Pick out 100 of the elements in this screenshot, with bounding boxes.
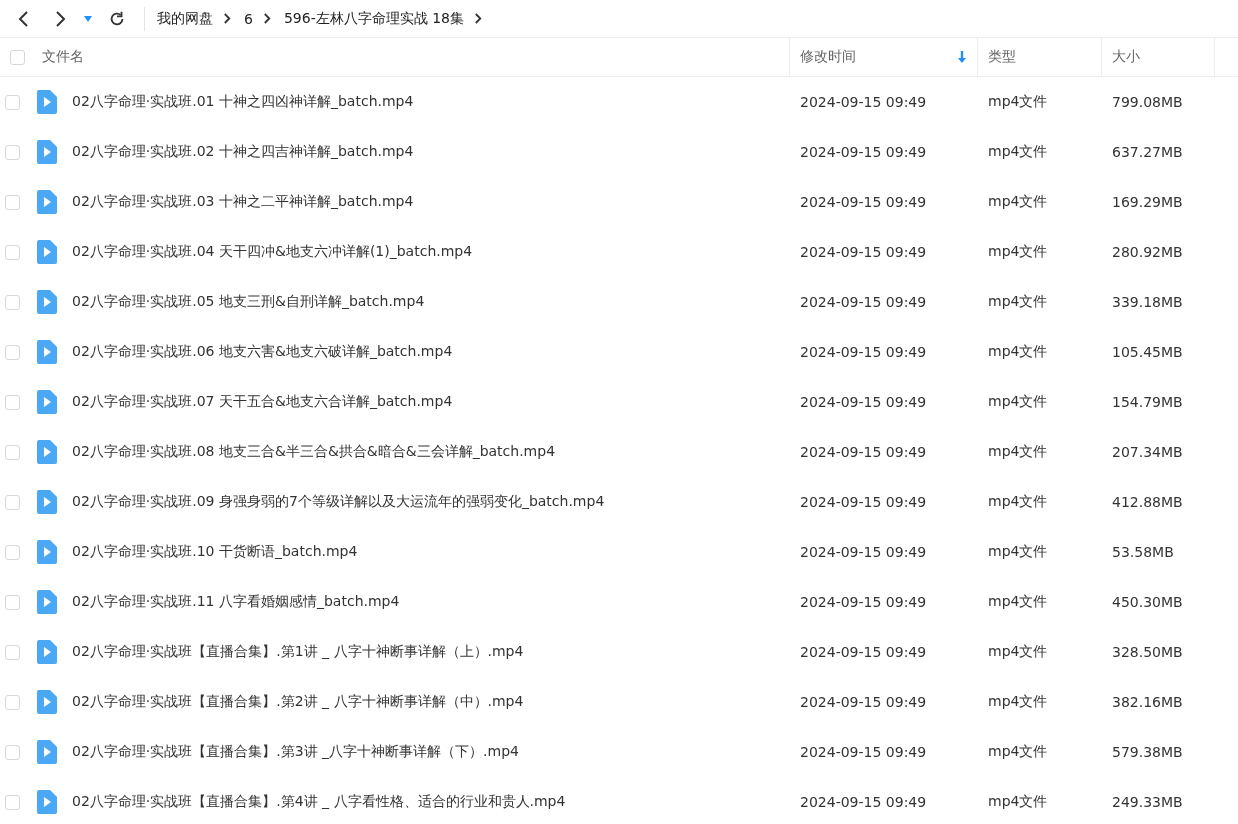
file-size: 280.92MB: [1112, 244, 1183, 260]
modified-time: 2024-09-15 09:49: [800, 594, 927, 610]
video-file-icon: [37, 790, 57, 814]
checkbox[interactable]: [5, 594, 20, 610]
column-header[interactable]: 大小: [1112, 48, 1140, 66]
modified-time: 2024-09-15 09:49: [800, 544, 927, 560]
column-header[interactable]: 文件名: [42, 48, 84, 66]
modified-time: 2024-09-15 09:49: [800, 694, 927, 710]
file-size: 105.45MB: [1112, 344, 1183, 360]
file-size: 637.27MB: [1112, 144, 1183, 160]
video-file-icon: [37, 540, 57, 564]
file-name[interactable]: 02八字命理·实战班.04 天干四冲&地支六冲详解(1)_batch.mp4: [72, 243, 473, 261]
file-name[interactable]: 02八字命理·实战班.11 八字看婚姻感情_batch.mp4: [72, 593, 400, 611]
file-name[interactable]: 02八字命理·实战班.02 十神之四吉神详解_batch.mp4: [72, 143, 414, 161]
checkbox[interactable]: [5, 544, 20, 560]
chevron-right-icon: [262, 12, 272, 25]
modified-time: 2024-09-15 09:49: [800, 144, 927, 160]
breadcrumb-item[interactable]: 6: [244, 10, 253, 27]
file-size: 339.18MB: [1112, 294, 1183, 310]
video-file-icon: [37, 190, 57, 214]
file-type: mp4文件: [988, 543, 1048, 561]
file-type: mp4文件: [988, 793, 1048, 811]
modified-time: 2024-09-15 09:49: [800, 794, 927, 810]
file-size: 328.50MB: [1112, 644, 1183, 660]
modified-time: 2024-09-15 09:49: [800, 394, 927, 410]
checkbox[interactable]: [5, 444, 20, 460]
checkbox[interactable]: [5, 694, 20, 710]
modified-time: 2024-09-15 09:49: [800, 744, 927, 760]
file-name[interactable]: 02八字命理·实战班.10 干货断语_batch.mp4: [72, 543, 358, 561]
breadcrumb-item[interactable]: 我的网盘: [157, 9, 213, 28]
video-file-icon: [37, 690, 57, 714]
file-name[interactable]: 02八字命理·实战班.06 地支六害&地支六破详解_batch.mp4: [72, 343, 453, 361]
modified-time: 2024-09-15 09:49: [800, 94, 927, 110]
file-size: 169.29MB: [1112, 194, 1183, 210]
checkbox[interactable]: [5, 644, 20, 660]
sort-down-arrow-icon[interactable]: [957, 50, 967, 64]
file-name[interactable]: 02八字命理·实战班.08 地支三合&半三合&拱合&暗合&三会详解_batch.mp4: [72, 443, 556, 461]
file-type: mp4文件: [988, 393, 1048, 411]
column-header[interactable]: 类型: [988, 48, 1016, 66]
file-type: mp4文件: [988, 743, 1048, 761]
checkbox[interactable]: [5, 144, 20, 160]
file-name[interactable]: 02八字命理·实战班【直播合集】.第3讲 _八字十神断事详解（下）.mp4: [72, 743, 519, 761]
video-file-icon: [37, 90, 57, 114]
video-file-icon: [37, 490, 57, 514]
file-type: mp4文件: [988, 693, 1048, 711]
file-type: mp4文件: [988, 243, 1048, 261]
breadcrumb-item[interactable]: 596-左林八字命理实战 18集: [283, 9, 464, 28]
file-type: mp4文件: [988, 443, 1048, 461]
column-header[interactable]: 修改时间: [800, 48, 856, 66]
dropdown-triangle-icon[interactable]: [84, 15, 92, 22]
file-name[interactable]: 02八字命理·实战班【直播合集】.第2讲 _ 八字十神断事详解（中）.mp4: [72, 693, 524, 711]
checkbox[interactable]: [5, 294, 20, 310]
file-name[interactable]: 02八字命理·实战班【直播合集】.第1讲 _ 八字十神断事详解（上）.mp4: [72, 643, 524, 661]
refresh-icon[interactable]: [108, 9, 126, 28]
video-file-icon: [37, 290, 57, 314]
video-file-icon: [37, 140, 57, 164]
modified-time: 2024-09-15 09:49: [800, 494, 927, 510]
chevron-right-icon: [223, 12, 232, 25]
file-type: mp4文件: [988, 143, 1048, 161]
file-size: 579.38MB: [1112, 744, 1183, 760]
modified-time: 2024-09-15 09:49: [800, 194, 927, 210]
file-type: mp4文件: [988, 643, 1048, 661]
checkbox[interactable]: [5, 94, 20, 110]
file-size: 249.33MB: [1112, 794, 1183, 810]
file-type: mp4文件: [988, 493, 1048, 511]
video-file-icon: [37, 440, 57, 464]
file-type: mp4文件: [988, 93, 1048, 111]
file-type: mp4文件: [988, 193, 1048, 211]
file-type: mp4文件: [988, 293, 1048, 311]
file-name[interactable]: 02八字命理·实战班.07 天干五合&地支六合详解_batch.mp4: [72, 393, 453, 411]
checkbox[interactable]: [5, 394, 20, 410]
checkbox[interactable]: [5, 244, 20, 260]
checkbox[interactable]: [5, 794, 20, 810]
file-name[interactable]: 02八字命理·实战班.05 地支三刑&自刑详解_batch.mp4: [72, 293, 425, 311]
file-name[interactable]: 02八字命理·实战班.03 十神之二平神详解_batch.mp4: [72, 193, 414, 211]
video-file-icon: [37, 740, 57, 764]
file-size: 799.08MB: [1112, 94, 1183, 110]
checkbox[interactable]: [5, 194, 20, 210]
file-type: mp4文件: [988, 593, 1048, 611]
file-name[interactable]: 02八字命理·实战班.01 十神之四凶神详解_batch.mp4: [72, 93, 414, 111]
file-size: 207.34MB: [1112, 444, 1183, 460]
video-file-icon: [37, 390, 57, 414]
file-name[interactable]: 02八字命理·实战班【直播合集】.第4讲 _ 八字看性格、适合的行业和贵人.mp4: [72, 793, 566, 811]
checkbox[interactable]: [5, 494, 20, 510]
file-size: 450.30MB: [1112, 594, 1183, 610]
video-file-icon: [37, 240, 57, 264]
video-file-icon: [37, 640, 57, 664]
file-size: 382.16MB: [1112, 694, 1183, 710]
file-size: 53.58MB: [1112, 544, 1174, 560]
checkbox[interactable]: [10, 49, 25, 65]
modified-time: 2024-09-15 09:49: [800, 344, 927, 360]
modified-time: 2024-09-15 09:49: [800, 444, 927, 460]
video-file-icon: [37, 590, 57, 614]
file-name[interactable]: 02八字命理·实战班.09 身强身弱的7个等级详解以及大运流年的强弱变化_batch.mp4: [72, 493, 605, 511]
video-file-icon: [37, 340, 57, 364]
file-size: 412.88MB: [1112, 494, 1183, 510]
checkbox[interactable]: [5, 344, 20, 360]
checkbox[interactable]: [5, 744, 20, 760]
file-type: mp4文件: [988, 343, 1048, 361]
modified-time: 2024-09-15 09:49: [800, 244, 927, 260]
